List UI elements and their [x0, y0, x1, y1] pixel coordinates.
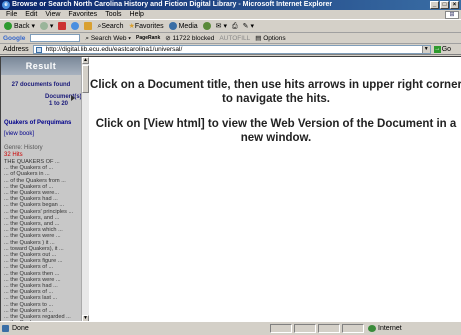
menu-bar: File Edit View Favorites Tools Help ⊞ — [0, 10, 461, 20]
home-icon — [84, 21, 93, 30]
printer-icon: ⎙ — [232, 22, 238, 30]
back-label: Back — [13, 22, 30, 30]
search-web-icon: ⌕ — [85, 34, 90, 42]
address-dropdown[interactable]: ▼ — [421, 45, 430, 53]
windows-logo-icon: ⊞ — [445, 11, 459, 19]
hit-snippet[interactable]: ... the Quakers' principles ... — [4, 209, 81, 215]
document-range: Document(s) 1 to 20 — [1, 94, 81, 108]
media-label: Media — [178, 22, 198, 30]
go-button[interactable]: → Go — [433, 44, 452, 55]
menu-edit[interactable]: Edit — [25, 10, 37, 19]
minimize-button[interactable]: _ — [430, 1, 439, 9]
menu-help[interactable]: Help — [130, 10, 144, 19]
favorites-button[interactable]: ★Favorites — [129, 21, 164, 33]
results-frame: Result 27 documents found Document(s) 1 … — [1, 57, 81, 322]
security-zone: Internet — [378, 325, 402, 332]
title-bar: e Browse or Search North Carolina Histor… — [0, 0, 461, 10]
pagerank-indicator[interactable]: PageRank — [136, 33, 160, 44]
refresh-icon — [71, 21, 80, 30]
menu-favorites[interactable]: Favorites — [68, 10, 97, 19]
page-content: Result 27 documents found Document(s) 1 … — [0, 56, 461, 322]
options-icon: ▤ — [255, 34, 262, 42]
internet-zone-icon — [368, 325, 376, 332]
popup-blocked-count: 11722 blocked — [172, 34, 215, 42]
edit-icon: ✎ — [242, 22, 249, 30]
address-input[interactable]: http://digital.lib.ecu.edu/eastcarolina1… — [32, 44, 431, 54]
history-button[interactable] — [202, 21, 211, 33]
status-segment — [294, 324, 316, 333]
refresh-button[interactable] — [71, 21, 80, 33]
print-button[interactable]: ⎙ — [232, 21, 238, 33]
scroll-up-button[interactable]: ▲ — [82, 57, 89, 64]
results-scrollbar[interactable]: ▲ ▼ — [81, 57, 89, 322]
options-button[interactable]: ▤ Options — [255, 33, 285, 44]
go-label: Go — [441, 45, 452, 53]
page-done-icon — [2, 325, 9, 332]
window-title: Browse or Search North Carolina History … — [12, 1, 333, 8]
media-icon — [168, 21, 177, 30]
document-title-link[interactable]: Quakers of Perquimans — [1, 120, 81, 126]
ie-icon: e — [2, 1, 10, 9]
google-logo[interactable]: Google — [3, 33, 25, 44]
maximize-button[interactable]: □ — [440, 1, 449, 9]
view-html-instruction: Click on [View html] to view the Web Ver… — [95, 118, 457, 144]
instructions-frame: Click on a Document title, then use hits… — [90, 57, 461, 322]
stop-button[interactable] — [58, 21, 67, 33]
mail-icon: ✉ — [215, 22, 222, 30]
next-page-arrow-icon[interactable] — [71, 95, 75, 101]
status-segment — [342, 324, 364, 333]
close-button[interactable]: × — [450, 1, 459, 9]
window-controls: _ □ × — [430, 1, 459, 9]
search-web-label: Search Web — [90, 34, 127, 42]
autofill-button[interactable]: AUTOFILL — [219, 33, 250, 44]
document-range-label: Document(s) — [45, 94, 81, 100]
back-arrow-icon — [4, 21, 12, 30]
document-genre: Genre: History — [4, 145, 43, 151]
view-book-link[interactable]: [view book] — [1, 131, 81, 137]
search-label: Search — [101, 22, 124, 30]
navigation-instruction: Click on a Document title, then use hits… — [90, 79, 461, 105]
status-segment — [270, 324, 292, 333]
media-button[interactable]: Media — [168, 21, 198, 33]
favorites-label: Favorites — [134, 22, 164, 30]
menu-tools[interactable]: Tools — [105, 10, 121, 19]
menu-view[interactable]: View — [45, 10, 60, 19]
go-arrow-icon: → — [433, 45, 441, 53]
hit-snippet-list: THE QUAKERS OF ...... the Quakers of ...… — [1, 159, 81, 322]
status-bar: Done Internet — [0, 321, 461, 334]
popup-blocker[interactable]: ⊘ 11722 blocked — [165, 33, 214, 44]
browser-window: e Browse or Search North Carolina Histor… — [0, 0, 461, 334]
mail-button[interactable]: ✉ ▾ — [216, 21, 227, 33]
document-range-value: 1 to 20 — [49, 101, 69, 107]
page-icon — [35, 46, 42, 53]
search-button[interactable]: ⌕Search — [97, 21, 123, 33]
results-header: Result — [1, 57, 81, 75]
edit-button[interactable]: ✎ ▾ — [243, 21, 254, 33]
home-button[interactable] — [84, 21, 93, 33]
options-label: Options — [263, 34, 286, 42]
hit-count: 32 Hits — [4, 152, 23, 158]
forward-arrow-icon — [39, 21, 48, 30]
address-bar: Address http://digital.lib.ecu.edu/eastc… — [0, 44, 461, 55]
address-url: http://digital.lib.ecu.edu/eastcarolina1… — [45, 45, 183, 53]
status-segment — [318, 324, 340, 333]
menu-file[interactable]: File — [6, 10, 17, 19]
back-button[interactable]: Back ▾ — [4, 21, 35, 33]
forward-button[interactable]: ▾ — [39, 21, 53, 33]
history-icon — [202, 21, 211, 30]
stop-icon — [58, 21, 67, 30]
address-label: Address — [3, 45, 29, 53]
google-search-input[interactable] — [30, 34, 81, 42]
status-text: Done — [12, 325, 29, 332]
google-toolbar: Google ⌕ Search Web ▾ PageRank ⊘ 11722 b… — [0, 33, 461, 44]
popup-blocker-icon: ⊘ — [165, 34, 171, 42]
search-web-button[interactable]: ⌕ Search Web ▾ — [85, 33, 131, 44]
scroll-thumb[interactable] — [82, 65, 89, 93]
standard-toolbar: Back ▾ ▾ ⌕Search ★Favorites Media ✉ ▾ ⎙ … — [0, 21, 461, 33]
documents-found-count: 27 documents found — [11, 82, 71, 88]
